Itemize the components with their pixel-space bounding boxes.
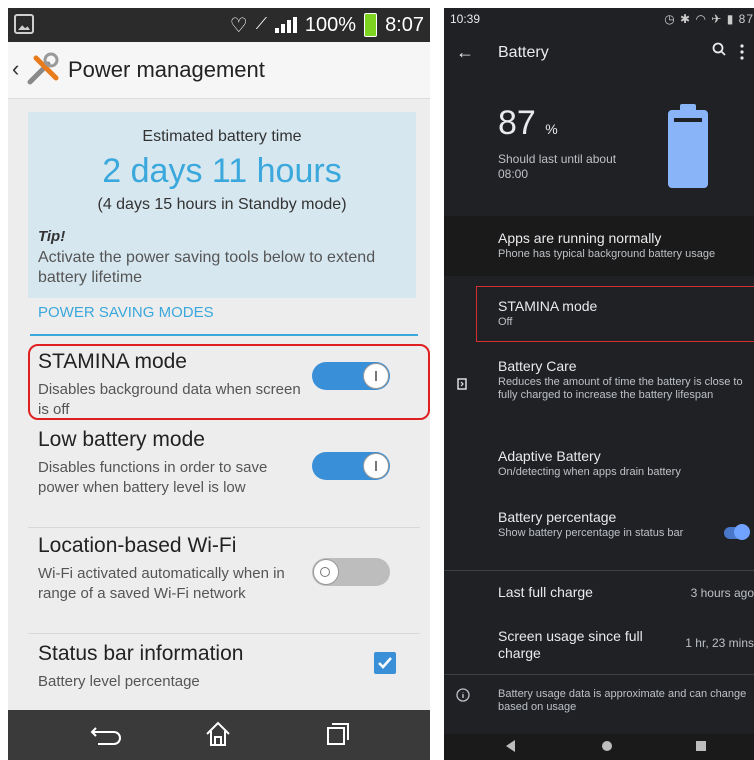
list-item-low-battery[interactable]: Low battery mode Disables functions in o… (28, 428, 420, 528)
section-divider (30, 334, 418, 336)
battery-percent: 87 % (498, 104, 558, 143)
battery-estimate-card: Estimated battery time 2 days 11 hours (… (28, 112, 416, 298)
status-time: 10:39 (450, 12, 481, 26)
item-title: Adaptive Battery (498, 448, 601, 464)
estimate-heading: Estimated battery time (142, 128, 302, 145)
highlight-box (28, 344, 430, 420)
back-icon[interactable] (506, 740, 515, 752)
back-arrow-icon[interactable]: ← (456, 42, 474, 63)
status-icons: ◷ ✱ ◠ ✈ ▮ 87 (664, 12, 754, 26)
list-item-location-wifi[interactable]: Location-based Wi-Fi Wi-Fi activated aut… (28, 534, 420, 634)
item-title: Location-based Wi-Fi (38, 534, 237, 557)
low-battery-toggle[interactable] (312, 452, 390, 480)
status-card-bg (444, 216, 754, 276)
percent-value: 87 (498, 104, 536, 142)
highlight-box (476, 286, 754, 342)
list-item-status-bar-info[interactable]: Status bar information Battery level per… (28, 642, 420, 704)
search-icon[interactable] (712, 42, 726, 56)
battery-level: 87 (738, 12, 754, 26)
recent-apps-icon[interactable] (324, 722, 350, 746)
navigation-bar (444, 734, 754, 760)
info-icon (456, 688, 470, 702)
item-description: Wi-Fi activated automatically when in ra… (38, 565, 285, 602)
item-title: Low battery mode (38, 428, 205, 451)
status-bar: ♡ ⟋ 100% 8:07 (8, 8, 430, 42)
item-description: Disables functions in order to save powe… (38, 459, 268, 496)
location-wifi-toggle[interactable] (312, 558, 390, 586)
screen-usage-label: Screen usage since full charge (498, 628, 643, 661)
right-screenshot: 10:39 ◷ ✱ ◠ ✈ ▮ 87 ← Battery 87 % Should… (444, 8, 754, 760)
standby-estimate: (4 days 15 hours in Standby mode) (97, 196, 347, 213)
tools-icon (27, 52, 59, 85)
home-icon[interactable] (204, 720, 232, 748)
battery-icon (364, 13, 378, 37)
airplane-icon: ✈ (711, 12, 723, 26)
item-title: STAMINA mode (498, 298, 598, 314)
recent-apps-icon[interactable] (696, 741, 706, 751)
item-description: Off (498, 316, 513, 328)
tip-text: Activate the power saving tools below to… (38, 249, 376, 286)
app-bar: ← Battery (444, 34, 754, 74)
estimate-time: 08:00 (498, 167, 529, 181)
battery-estimate: Should last until about 08:00 (498, 152, 616, 182)
left-screenshot: ♡ ⟋ 100% 8:07 ‹ Power management Estimat… (8, 8, 430, 760)
bluetooth-icon: ✱ (680, 12, 692, 26)
page-title: Battery (498, 44, 549, 61)
divider (28, 633, 420, 634)
item-description: Battery level percentage (38, 673, 200, 690)
status-title: Apps are running normally (498, 230, 662, 246)
status-time: 8:07 (385, 13, 424, 36)
battery-percentage-toggle[interactable] (724, 524, 750, 540)
image-notification-icon (14, 14, 34, 34)
last-full-charge-label: Last full charge (498, 584, 593, 600)
divider (444, 674, 754, 675)
tip-label: Tip! (38, 228, 66, 245)
battery-large-icon (668, 104, 708, 188)
item-description: Show battery percentage in status bar (498, 527, 684, 539)
screen-usage-value: 1 hr, 23 mins (685, 636, 754, 650)
divider (28, 527, 420, 528)
battery-percent: 100% (304, 13, 357, 36)
back-icon[interactable] (90, 724, 122, 746)
divider (444, 570, 754, 571)
status-bar-checkbox[interactable] (374, 652, 396, 674)
navigation-bar (8, 710, 430, 760)
estimate-value: 2 days 11 hours (102, 152, 342, 190)
battery-care-icon (457, 378, 467, 390)
last-full-charge-value: 3 hours ago (690, 586, 754, 600)
item-title: Status bar information (38, 642, 244, 665)
nfc-icon: ♡ (229, 14, 248, 37)
estimate-label: Should last until about (498, 152, 617, 166)
page-title: Power management (68, 57, 265, 82)
back-chevron-icon[interactable]: ‹ (12, 56, 19, 82)
footer-note: Battery usage data is approximate and ca… (498, 688, 747, 713)
alarm-icon: ◷ (664, 12, 676, 26)
vibrate-icon: ⟋ (255, 16, 267, 33)
check-icon (378, 657, 392, 669)
wifi-icon: ◠ (695, 12, 707, 26)
item-description: On/detecting when apps drain battery (498, 466, 681, 478)
battery-icon: ▮ (726, 12, 735, 26)
item-description: Reduces the amount of time the battery i… (498, 376, 743, 401)
more-options-icon[interactable] (740, 43, 744, 61)
status-bar: 10:39 ◷ ✱ ◠ ✈ ▮ 87 (444, 8, 754, 32)
percent-unit: % (545, 121, 558, 137)
signal-icon (274, 17, 297, 33)
item-title: Battery percentage (498, 509, 617, 525)
item-title: Battery Care (498, 358, 577, 374)
section-header: POWER SAVING MODES (38, 304, 214, 321)
home-icon[interactable] (602, 741, 612, 751)
status-description: Phone has typical background battery usa… (498, 248, 716, 260)
app-bar: ‹ Power management (8, 42, 430, 99)
